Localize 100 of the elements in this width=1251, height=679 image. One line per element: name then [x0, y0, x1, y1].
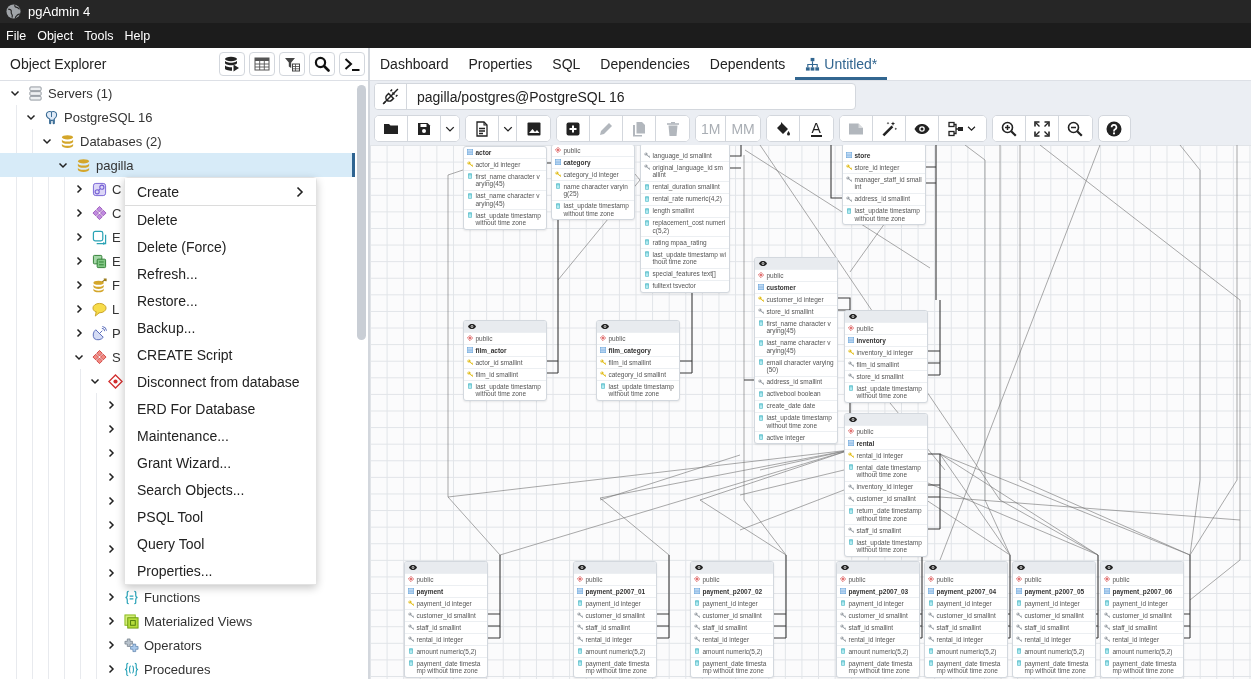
- key-icon: [846, 164, 852, 171]
- connection-field[interactable]: pagilla/postgres@PostgreSQL 16: [407, 84, 855, 109]
- linked-circles-icon: [92, 181, 107, 197]
- table-icon: [577, 588, 583, 595]
- table-icon: [846, 152, 852, 159]
- tree-item[interactable]: pagilla: [0, 153, 355, 177]
- column-icon: [1104, 600, 1110, 607]
- column-icon: [848, 385, 854, 392]
- tree-item[interactable]: Functions: [97, 585, 201, 609]
- tab[interactable]: Properties: [458, 48, 543, 80]
- eye-icon: [759, 261, 767, 266]
- zoom-in-button[interactable]: [992, 116, 1026, 141]
- table-node[interactable]: [844, 413, 928, 557]
- scrollbar[interactable]: [357, 85, 366, 340]
- caret-icon: [965, 123, 977, 134]
- menu-item[interactable]: Restore...: [125, 287, 316, 314]
- tree-item[interactable]: Procedures: [97, 657, 211, 679]
- plus-square-icon: [565, 120, 581, 137]
- tree-item[interactable]: C: [65, 177, 122, 201]
- menu-item[interactable]: Refresh...: [125, 260, 316, 287]
- tab[interactable]: Dashboard: [370, 48, 459, 80]
- tab[interactable]: Dependents: [699, 48, 796, 80]
- tree-item[interactable]: Servers (1): [1, 81, 113, 105]
- column-icon: [644, 239, 650, 246]
- column-icon: [928, 660, 934, 667]
- menu-item[interactable]: Grant Wizard...: [125, 449, 316, 476]
- tree-item[interactable]: Databases (2): [33, 129, 162, 153]
- column-icon: [644, 207, 650, 214]
- tree-item[interactable]: PostgreSQL 16: [17, 105, 153, 129]
- table-icon: [254, 56, 270, 72]
- menu-item[interactable]: Tools: [80, 23, 118, 48]
- key-icon: [694, 636, 700, 643]
- column-icon: [846, 207, 852, 214]
- sql-button[interactable]: [466, 116, 499, 141]
- diamond-grid-icon: [92, 205, 107, 221]
- key-icon: [555, 171, 561, 178]
- menu-item[interactable]: Properties...: [125, 557, 316, 584]
- key-icon: [928, 612, 934, 619]
- braces-icon: [124, 661, 139, 677]
- column-icon: [644, 195, 650, 202]
- menu-item[interactable]: ERD For Database: [125, 395, 316, 422]
- pencil-icon: [598, 120, 614, 137]
- help-button[interactable]: [1097, 115, 1131, 142]
- menu-item[interactable]: Search Objects...: [125, 476, 316, 503]
- eye-icon: [1105, 565, 1113, 570]
- overlapping-squares-icon: [92, 229, 107, 245]
- menu-item[interactable]: Disconnect from database: [125, 368, 316, 395]
- table-button[interactable]: [249, 52, 275, 76]
- menu-item[interactable]: Query Tool: [125, 530, 316, 557]
- key-icon: [846, 195, 852, 202]
- tab[interactable]: Dependencies: [590, 48, 700, 80]
- table-icon: [840, 588, 846, 595]
- menu-item[interactable]: Create: [125, 178, 316, 205]
- column-icon: [694, 600, 700, 607]
- sitemap-icon: [805, 56, 821, 72]
- column-icon: [644, 270, 650, 277]
- tree-item[interactable]: Operators: [97, 633, 202, 657]
- key-icon: [408, 624, 414, 631]
- tree-item[interactable]: S: [65, 345, 121, 369]
- table-node[interactable]: [640, 145, 730, 293]
- key-icon: [840, 636, 846, 643]
- tree-item[interactable]: P: [65, 321, 121, 345]
- menu-item[interactable]: Maintenance...: [125, 422, 316, 449]
- connection-button[interactable]: [375, 84, 407, 109]
- column-icon: [1104, 648, 1110, 655]
- menu-item[interactable]: Help: [120, 23, 155, 48]
- column-icon: [644, 219, 650, 226]
- menu-item[interactable]: Backup...: [125, 314, 316, 341]
- menu-item[interactable]: CREATE Script: [125, 341, 316, 368]
- schema-icon: [1016, 576, 1022, 583]
- column-icon: [758, 359, 764, 366]
- open-button[interactable]: [375, 116, 408, 141]
- column-icon: [555, 183, 561, 190]
- menu-item[interactable]: Delete: [125, 206, 316, 233]
- column-icon: [840, 660, 846, 667]
- tree-item[interactable]: Materialized Views: [97, 609, 253, 633]
- column-icon: [694, 648, 700, 655]
- tree-item[interactable]: F: [65, 273, 120, 297]
- table-node[interactable]: [754, 257, 838, 444]
- menu-item[interactable]: File: [2, 23, 31, 48]
- menu-item[interactable]: Object: [33, 23, 78, 48]
- fill-color-button[interactable]: [766, 116, 800, 141]
- menu-item[interactable]: Delete (Force): [125, 233, 316, 260]
- add-table-button[interactable]: [557, 116, 590, 141]
- filter-button[interactable]: [279, 52, 305, 76]
- tree-item[interactable]: C: [65, 201, 122, 225]
- braces-icon: [124, 589, 139, 605]
- tree-item[interactable]: L: [65, 297, 120, 321]
- menu-item[interactable]: PSQL Tool: [125, 503, 316, 530]
- plus-signs-icon: [124, 637, 139, 653]
- key-icon: [848, 483, 854, 490]
- filter-table-icon: [284, 56, 300, 72]
- tree-item[interactable]: E: [65, 225, 121, 249]
- terminal-button[interactable]: [339, 52, 365, 76]
- stacked-squares-icon: [124, 613, 139, 629]
- database-button[interactable]: [219, 52, 245, 76]
- tree-item[interactable]: E: [65, 249, 121, 273]
- search-button[interactable]: [309, 52, 335, 76]
- tab[interactable]: SQL: [542, 48, 591, 80]
- key-icon: [758, 378, 764, 385]
